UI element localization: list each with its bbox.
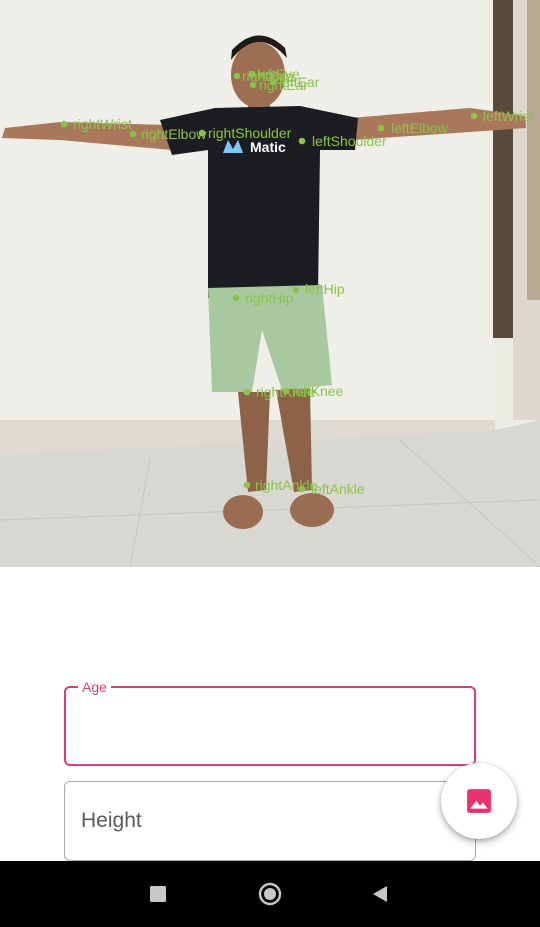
shirt-logo-text: Matic: [250, 139, 286, 155]
keypoint-right-ear: [249, 81, 257, 89]
keypoint-label-right-wrist: rightWrist: [73, 116, 132, 132]
recents-icon: [150, 886, 166, 902]
pose-photo: Matic nose leftEye rightEye leftEar righ…: [0, 0, 540, 567]
height-input[interactable]: Height: [64, 781, 476, 861]
home-icon: [258, 882, 282, 906]
keypoint-label-left-shoulder: leftShoulder: [312, 133, 387, 149]
keypoint-label-right-hip: rightHip: [245, 290, 293, 306]
keypoint-left-elbow: [377, 124, 385, 132]
system-navigation-bar: [0, 861, 540, 927]
back-button[interactable]: [350, 861, 410, 927]
height-input-label: Height: [81, 809, 142, 832]
keypoint-right-eye: [233, 72, 241, 80]
keypoint-left-hip: [292, 286, 300, 294]
age-input-label: Age: [78, 677, 111, 697]
keypoint-label-right-shoulder: rightShoulder: [208, 125, 292, 141]
keypoint-label-left-elbow: leftElbow: [391, 120, 449, 136]
age-input[interactable]: Age: [64, 677, 476, 766]
pick-image-button[interactable]: [441, 763, 517, 839]
keypoint-label-right-ear: rightEar: [259, 77, 308, 93]
keypoint-label-right-knee: rightKnee: [256, 384, 316, 400]
keypoint-left-wrist: [470, 112, 478, 120]
back-icon: [373, 886, 387, 902]
keypoint-label-left-wrist: leftWrist: [483, 108, 533, 124]
keypoint-label-right-ankle: rightAnkle: [255, 477, 317, 493]
keypoint-right-knee: [243, 388, 251, 396]
recents-button[interactable]: [128, 861, 188, 927]
keypoint-left-shoulder: [298, 137, 306, 145]
image-icon: [467, 789, 491, 813]
keypoint-label-left-hip: leftHip: [305, 281, 345, 297]
home-button[interactable]: [240, 861, 300, 927]
keypoint-right-ankle: [243, 481, 251, 489]
keypoint-right-wrist: [60, 120, 68, 128]
keypoint-right-hip: [232, 294, 240, 302]
keypoint-label-left-ankle: leftAnkle: [311, 481, 365, 497]
keypoint-label-right-elbow: rightElbow: [141, 126, 207, 142]
